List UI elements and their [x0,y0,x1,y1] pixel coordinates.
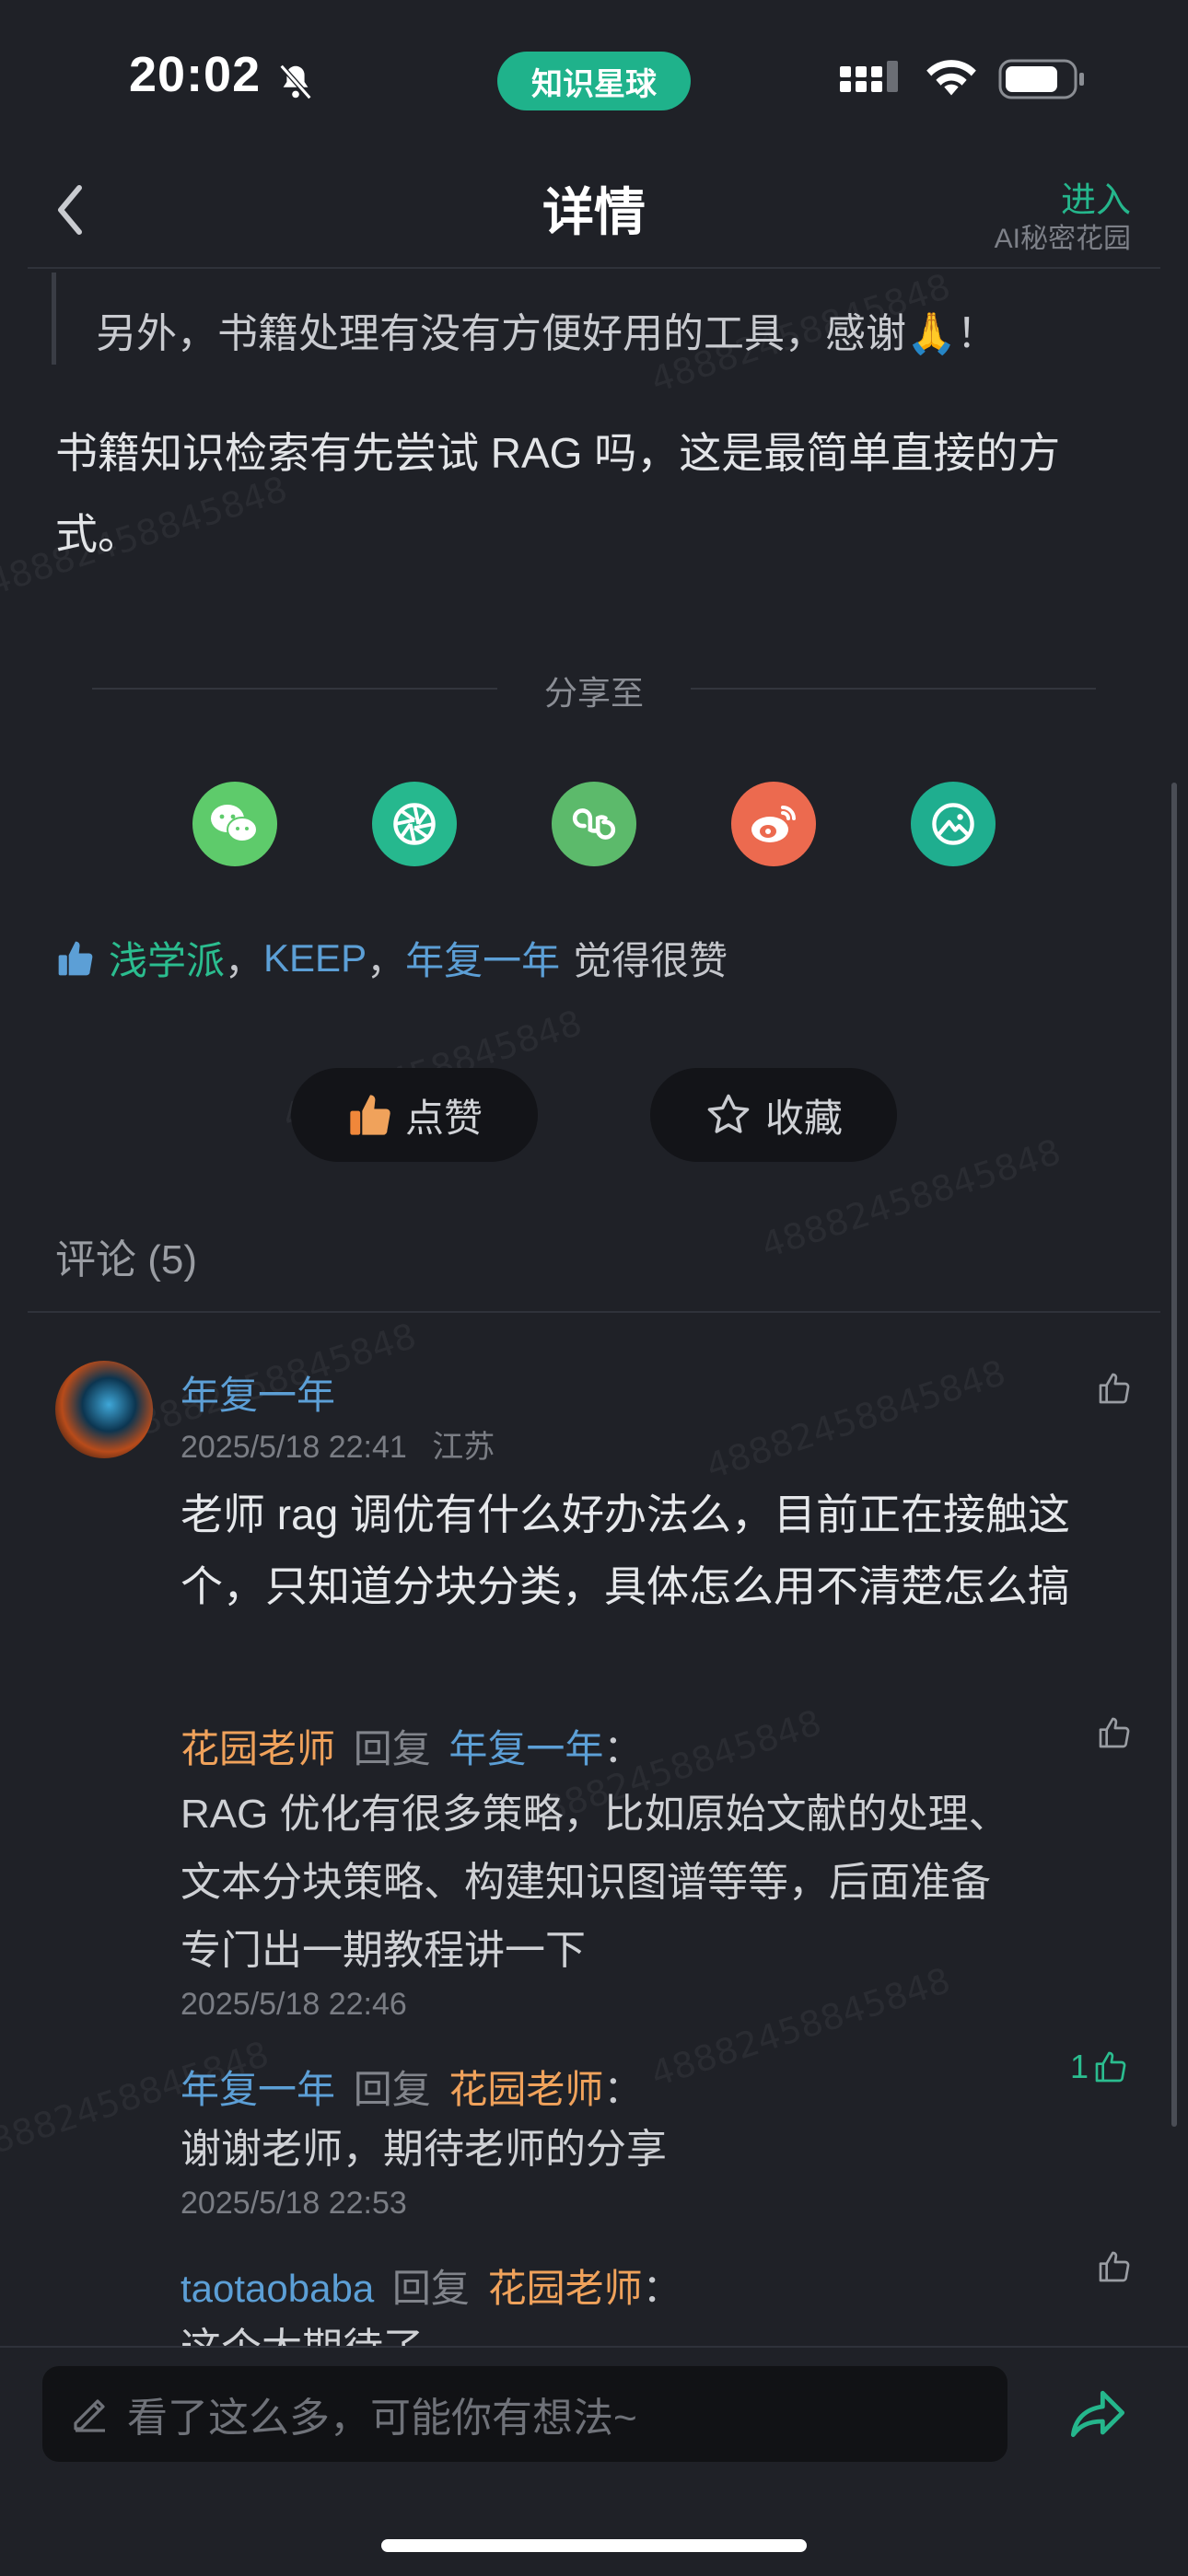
comment-text: 老师 rag 调优有什么好办法么，目前正在接触这个，只知道分块分类，具体怎么用不… [181,1491,1071,1610]
quote-bar [52,273,56,365]
favorite-button[interactable]: 收藏 [650,1068,897,1162]
reply-to[interactable]: 花园老师 [448,2068,603,2111]
reply-verb: 回复 [391,2267,470,2310]
reply-like-button[interactable]: 1 [1070,2048,1129,2086]
share-label: 分享至 [543,674,644,712]
comments-count-title: 评论 (5) [55,1237,197,1282]
favorite-button-label: 收藏 [764,1096,843,1140]
reply-text: RAG 优化有很多策略，比如原始文献的处理、文本分块策略、构建知识图谱等等，后面… [181,1792,1009,1973]
quoted-question: 另外，书籍处理有没有方便好用的工具，感谢🙏！ [96,311,997,356]
enter-group-link[interactable]: 进入 [1061,171,1131,222]
app-name-pill: 知识星球 [497,52,691,110]
thumbs-up-icon [350,1095,390,1135]
header-divider [28,267,1160,269]
comment-input-placeholder: 看了这么多，可能你有想法~ [127,2396,637,2441]
moments-icon [393,803,436,845]
liker-separator: ， [367,939,406,982]
liker-name[interactable]: KEEP [263,936,367,981]
reply-colon: ： [642,2267,681,2310]
reply-like-icon[interactable] [1096,1714,1133,1751]
share-wechat-button[interactable] [192,782,277,866]
share-weibo-button[interactable] [731,782,816,866]
star-icon [707,1094,750,1133]
reply-header: 花园老师 回复 年复一年： [181,1718,642,1774]
bell-muted-icon [279,64,312,100]
reply-from[interactable]: 花园老师 [181,1727,335,1770]
share-mini-program-button[interactable] [552,782,636,866]
save-image-icon [932,803,974,845]
liker-name[interactable]: 浅学派 [109,930,225,986]
comments-divider [28,1311,1160,1313]
like-button[interactable]: 点赞 [291,1068,538,1162]
avatar[interactable] [55,1361,153,1458]
reply-to[interactable]: 年复一年 [448,1727,603,1770]
comment-time: 2025/5/18 22:41 江苏 [181,1421,495,1467]
comment-input[interactable]: 看了这么多，可能你有想法~ [42,2366,1007,2462]
weibo-icon [751,806,796,842]
reply-like-icon [1095,2051,1126,2083]
reply-to[interactable]: 花园老师 [488,2267,643,2310]
reply-like-count: 1 [1070,2048,1089,2085]
wifi-icon [926,60,976,96]
pencil-icon [74,2399,105,2432]
comment-like-icon[interactable] [1096,1370,1133,1407]
home-indicator[interactable] [381,2539,807,2552]
reply-from[interactable]: 年复一年 [181,2068,335,2111]
reply-from[interactable]: taotaobaba [181,2267,374,2310]
reply-header: taotaobaba 回复 花园老师： [181,2257,681,2314]
reply-colon: ： [603,1727,643,1770]
reply-header: 年复一年 回复 花园老师： [181,2059,642,2115]
liker-separator: ， [225,939,264,982]
liked-by-line: 浅学派， KEEP， 年复一年 觉得很赞 [55,930,728,986]
mini-program-icon [572,808,616,840]
group-name[interactable]: AI秘密花园 [995,215,1131,256]
like-button-label: 点赞 [404,1096,483,1140]
reply-colon: ： [603,2068,643,2111]
post-body: 书籍知识检索有先尝试 RAG 吗，这是最简单直接的方式。 [55,429,1061,558]
liked-suffix: 觉得很赞 [573,939,728,982]
reply-verb: 回复 [353,1727,431,1770]
reply-verb: 回复 [353,2068,431,2111]
status-time: 20:02 [129,47,262,102]
scrollbar[interactable] [1171,783,1177,2127]
liker-name[interactable]: 年复一年 [405,930,560,986]
share-save-image-button[interactable] [911,782,996,866]
comment-author[interactable]: 年复一年 [181,1364,335,1421]
watermark: 48882458845848 [701,1352,1010,1488]
comment-timestamp: 2025/5/18 22:41 [181,1430,407,1465]
reply-time: 2025/5/18 22:53 [181,2186,407,2221]
reply-time: 2025/5/18 22:46 [181,1987,407,2022]
share-moments-button[interactable] [372,782,457,866]
battery-icon [998,59,1084,99]
wechat-icon [211,805,258,842]
thumbs-up-filled-icon [58,941,93,975]
comment-location: 江苏 [432,1430,495,1465]
reply-like-icon[interactable] [1096,2248,1133,2285]
share-forward-icon[interactable] [1068,2388,1127,2440]
reply-text: 谢谢老师，期待老师的分享 [181,2127,667,2172]
cellular-signal-icon [840,61,898,92]
